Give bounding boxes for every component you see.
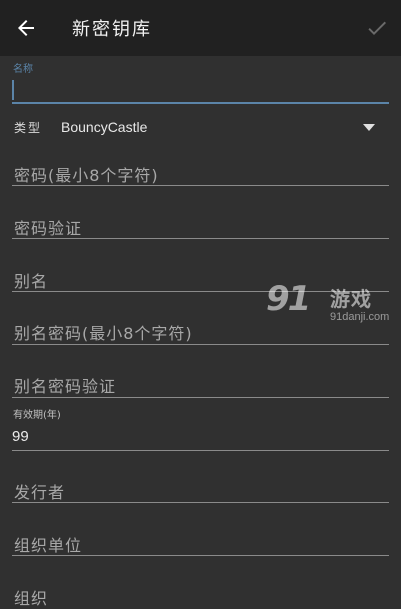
password-confirm-underline	[12, 238, 389, 239]
alias-password-underline	[12, 344, 389, 345]
validity-label: 有效期(年)	[13, 410, 61, 421]
watermark-url: 91danji.com	[330, 311, 390, 323]
password-underline	[12, 185, 389, 186]
alias-input[interactable]: 别名	[14, 268, 48, 292]
password-input[interactable]: 密码(最小8个字符)	[14, 162, 159, 186]
org-unit-input[interactable]: 组织单位	[14, 532, 82, 556]
triangle-down-icon[interactable]	[363, 124, 375, 131]
type-label: 类型	[14, 121, 43, 135]
check-icon[interactable]	[365, 16, 389, 40]
issuer-underline	[12, 502, 389, 503]
alias-password-confirm-input[interactable]: 别名密码验证	[14, 373, 116, 397]
type-select[interactable]: BouncyCastle	[61, 119, 147, 135]
watermark-text: 游戏	[330, 287, 372, 311]
issuer-input[interactable]: 发行者	[14, 479, 65, 503]
arrow-left-icon[interactable]	[14, 16, 38, 40]
name-input[interactable]	[12, 64, 393, 104]
org-input[interactable]: 组织	[14, 585, 48, 609]
org-unit-underline	[12, 555, 389, 556]
alias-password-input[interactable]: 别名密码(最小8个字符)	[14, 320, 193, 344]
alias-password-confirm-underline	[12, 397, 389, 398]
name-field-underline	[12, 102, 389, 104]
watermark-logo-mark: 91	[266, 279, 311, 319]
app-bar: 新密钥库	[0, 0, 401, 56]
password-confirm-input[interactable]: 密码验证	[14, 215, 82, 239]
watermark-logo: 91 游戏 91danji.com	[266, 279, 401, 331]
validity-underline	[12, 450, 389, 451]
page-title: 新密钥库	[72, 19, 152, 40]
validity-input[interactable]: 99	[12, 428, 29, 445]
text-cursor	[12, 80, 14, 100]
